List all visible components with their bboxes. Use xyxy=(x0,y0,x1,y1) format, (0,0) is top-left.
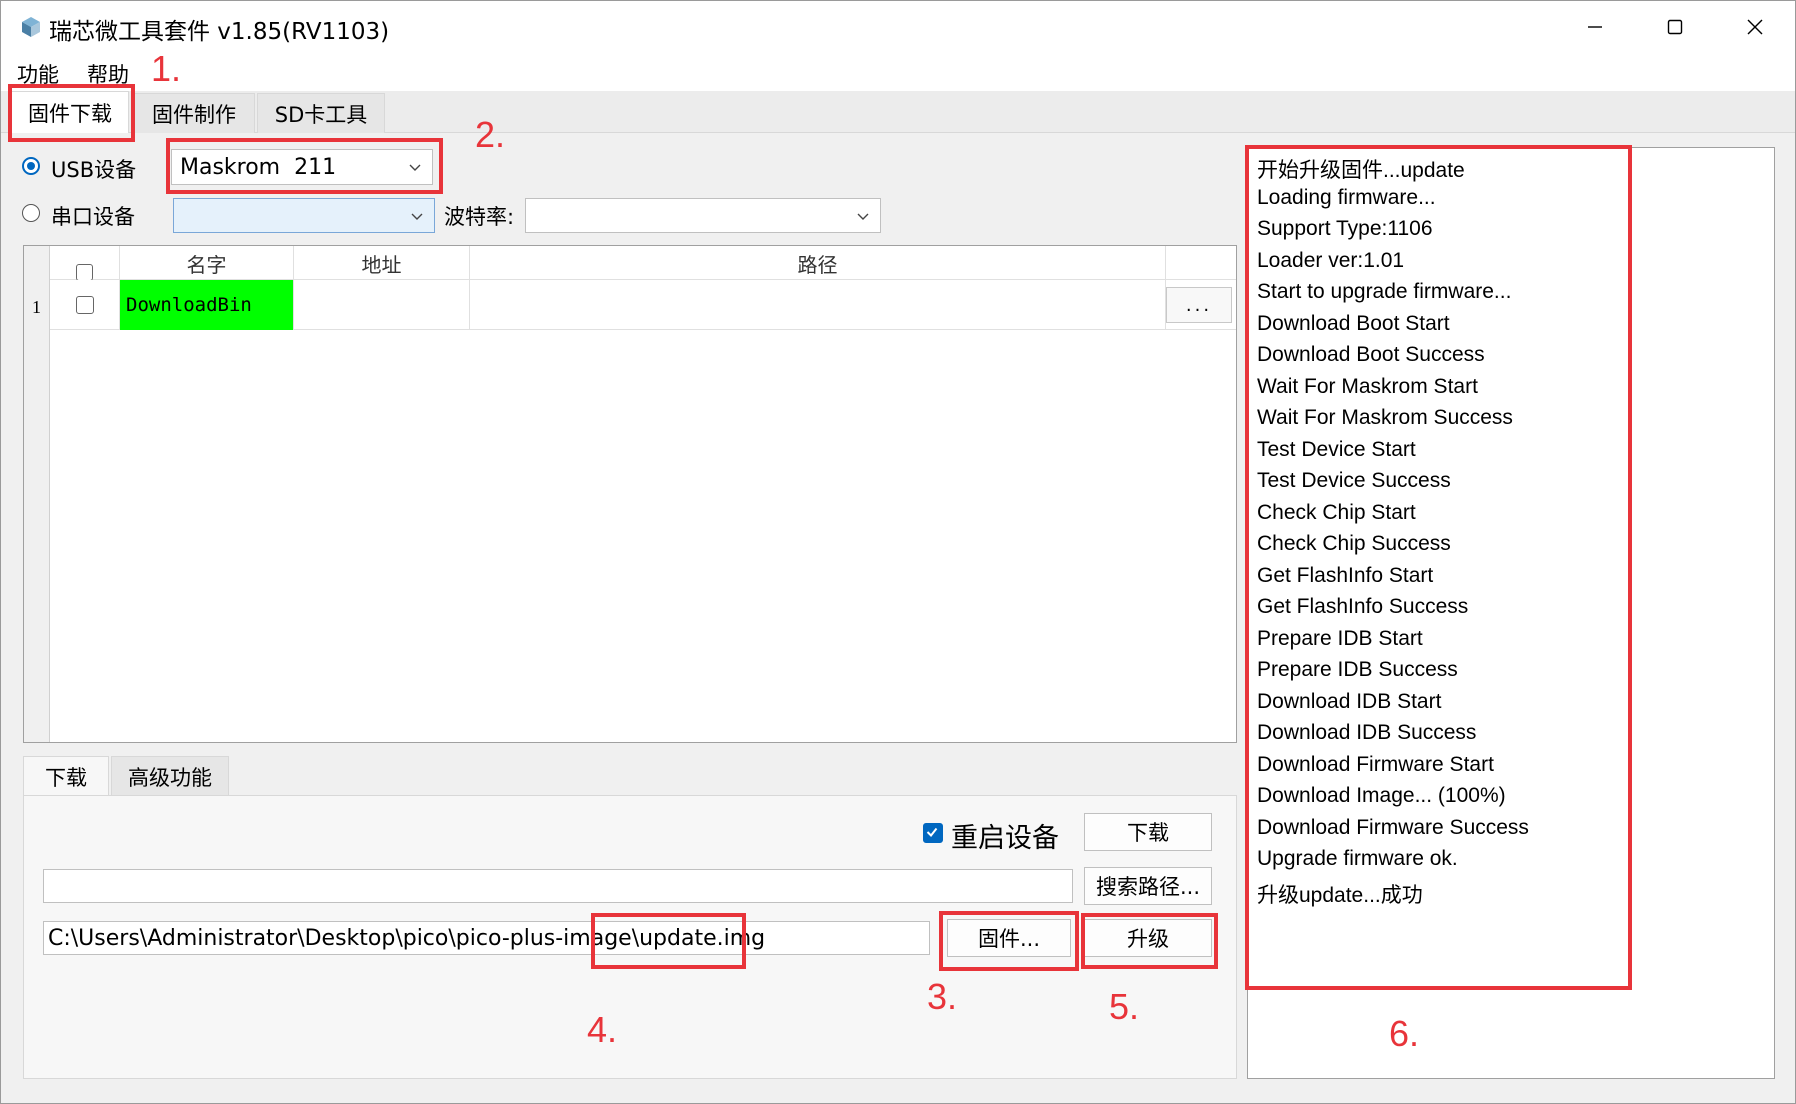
subtab-download[interactable]: 下载 xyxy=(23,756,109,796)
baud-rate-label: 波特率: xyxy=(444,205,515,229)
app-cube-icon xyxy=(22,17,40,37)
usb-device-radio[interactable] xyxy=(22,157,40,175)
column-header-name: 名字 xyxy=(120,246,294,280)
baud-rate-select[interactable] xyxy=(525,198,881,233)
annotation-box-6 xyxy=(1245,145,1632,990)
subtab-advanced[interactable]: 高级功能 xyxy=(111,756,229,796)
annotation-label-4: 4. xyxy=(587,1009,618,1050)
close-icon xyxy=(1747,19,1763,35)
partition-grid: 名字 地址 路径 1 DownloadBin ... xyxy=(23,245,1237,743)
tab-sd-card-tool[interactable]: SD卡工具 xyxy=(257,93,385,133)
annotation-box-3 xyxy=(939,911,1079,971)
title-bar: 瑞芯微工具套件 v1.85(RV1103) xyxy=(1,1,1795,53)
serial-device-select[interactable] xyxy=(173,198,435,233)
annotation-label-6: 6. xyxy=(1389,1013,1420,1054)
chevron-down-icon xyxy=(857,213,869,220)
row-address-cell[interactable] xyxy=(294,280,470,330)
close-button[interactable] xyxy=(1715,1,1795,53)
row-index: 1 xyxy=(32,297,41,317)
annotation-label-5: 5. xyxy=(1109,986,1140,1027)
select-all-checkbox[interactable] xyxy=(76,264,93,281)
maximize-button[interactable] xyxy=(1635,1,1715,53)
checkmark-icon xyxy=(926,827,938,838)
menu-bar: 功能 帮助 xyxy=(1,53,1795,91)
app-window: 瑞芯微工具套件 v1.85(RV1103) 功能 帮助 固件下载 固件制作 SD… xyxy=(0,0,1796,1104)
tab-firmware-make[interactable]: 固件制作 xyxy=(133,93,255,133)
serial-device-radio[interactable] xyxy=(22,204,40,222)
grid-header: 名字 地址 路径 xyxy=(50,246,1236,281)
annotation-box-5 xyxy=(1081,913,1218,969)
row-checkbox[interactable] xyxy=(76,296,94,314)
column-header-browse xyxy=(1166,246,1236,280)
select-all-header xyxy=(50,246,120,281)
serial-device-label: 串口设备 xyxy=(51,205,135,229)
chevron-down-icon xyxy=(411,213,423,220)
firmware-path-field[interactable]: C:\Users\Administrator\Desktop\pico\pico… xyxy=(43,921,930,955)
column-header-path: 路径 xyxy=(470,246,1166,280)
row-select-cell xyxy=(50,280,120,330)
minimize-icon xyxy=(1588,26,1602,28)
annotation-label-1: 1. xyxy=(151,48,182,89)
row-name-cell[interactable]: DownloadBin xyxy=(120,280,294,330)
minimize-button[interactable] xyxy=(1555,1,1635,53)
annotation-box-4 xyxy=(591,913,746,969)
window-title: 瑞芯微工具套件 v1.85(RV1103) xyxy=(49,19,390,45)
restart-device-label: 重启设备 xyxy=(951,823,1059,854)
annotation-label-3: 3. xyxy=(927,976,958,1017)
search-path-button[interactable]: 搜索路径... xyxy=(1084,867,1212,905)
row-header-column xyxy=(24,246,50,742)
maximize-icon xyxy=(1667,19,1683,35)
search-path-field[interactable] xyxy=(43,869,1073,903)
download-button[interactable]: 下载 xyxy=(1084,813,1212,851)
annotation-box-1 xyxy=(8,84,135,142)
annotation-box-2 xyxy=(166,138,443,194)
restart-device-checkbox[interactable] xyxy=(923,823,943,843)
browse-path-button[interactable]: ... xyxy=(1166,287,1232,323)
table-row: DownloadBin ... xyxy=(50,280,1236,330)
usb-device-label: USB设备 xyxy=(51,158,137,182)
column-header-address: 地址 xyxy=(294,246,470,280)
annotation-label-2: 2. xyxy=(475,114,506,155)
row-path-cell[interactable] xyxy=(470,280,1166,330)
